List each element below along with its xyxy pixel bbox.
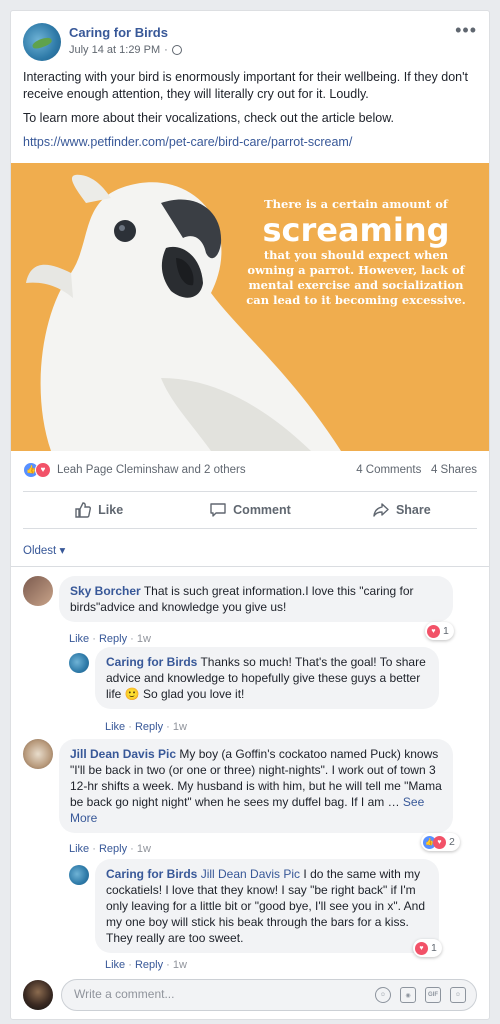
reply-reactions[interactable]: ♥ 1	[413, 939, 442, 957]
reply-text-end: So glad you love it!	[142, 687, 245, 701]
comment-like-link[interactable]: Like	[69, 843, 89, 855]
commenter-avatar[interactable]	[23, 576, 53, 606]
reaction-count: 1	[443, 625, 449, 637]
share-icon	[373, 503, 389, 517]
reply-actions: Like · Reply · 1w	[105, 959, 187, 971]
page-name-link[interactable]: Caring for Birds	[69, 25, 168, 40]
comment-reply-link[interactable]: Reply	[99, 843, 127, 855]
comments-count[interactable]: 4 Comments	[356, 464, 421, 476]
love-reaction-icon: ♥	[433, 835, 446, 849]
post-paragraph: To learn more about their vocalizations,…	[23, 111, 395, 125]
caption-body: that you should expect when owning a par…	[246, 248, 466, 307]
post-meta: July 14 at 1:29 PM ·	[69, 44, 182, 56]
commenter-avatar[interactable]	[23, 739, 53, 769]
reply-time[interactable]: 1w	[173, 959, 187, 971]
page-reply-avatar[interactable]	[69, 653, 89, 673]
reply-mention[interactable]: Jill Dean Davis Pic	[201, 867, 300, 881]
comment-like-link[interactable]: Like	[69, 633, 89, 645]
love-reaction-icon: ♥	[415, 941, 428, 955]
composer-tools: ☺ ◉ GIF ☺	[375, 987, 466, 1003]
comment-actions: Like · Reply · 1w	[69, 633, 151, 645]
sort-label: Oldest	[23, 545, 57, 557]
comment-label: Comment	[233, 503, 291, 517]
share-button[interactable]: Share	[326, 492, 477, 528]
caption-line1: There is a certain amount of	[264, 197, 448, 211]
smile-emoji-icon: 🙂	[124, 687, 140, 701]
comment-reactions[interactable]: ♥ 1	[425, 622, 454, 640]
comment-bubble: Sky Borcher That is such great informati…	[59, 576, 453, 622]
image-caption: There is a certain amount of screaming t…	[241, 197, 471, 308]
post-card: Caring for Birds July 14 at 1:29 PM · ••…	[10, 10, 490, 1020]
comment: Sky Borcher That is such great informati…	[23, 576, 479, 656]
post-timestamp[interactable]: July 14 at 1:29 PM	[69, 44, 160, 56]
shares-count[interactable]: 4 Shares	[431, 464, 477, 476]
comment-reactions[interactable]: 👍 ♥ 2	[421, 833, 460, 851]
like-button[interactable]: Like	[23, 492, 174, 528]
comment-time[interactable]: 1w	[137, 633, 151, 645]
share-label: Share	[395, 503, 431, 517]
gif-icon[interactable]: GIF	[425, 987, 441, 1003]
reply-reply-link[interactable]: Reply	[135, 959, 163, 971]
reply-author[interactable]: Caring for Birds	[106, 655, 197, 669]
comment-actions: Like · Reply · 1w	[69, 843, 151, 855]
reply-like-link[interactable]: Like	[105, 959, 125, 971]
comment-author[interactable]: Jill Dean Davis Pic	[70, 747, 176, 761]
reactors-text[interactable]: Leah Page Cleminshaw and 2 others	[57, 464, 246, 476]
caption-headline: screaming	[262, 211, 450, 249]
current-user-avatar[interactable]	[23, 980, 53, 1010]
divider	[11, 566, 489, 567]
comment-reply: Caring for Birds Jill Dean Davis Pic I d…	[69, 859, 479, 971]
reply-time[interactable]: 1w	[173, 721, 187, 733]
reaction-count: 2	[449, 836, 455, 848]
like-icon	[75, 502, 92, 518]
camera-icon[interactable]: ◉	[400, 987, 416, 1003]
post-paragraph: Interacting with your bird is enormously…	[23, 70, 468, 101]
emoji-icon[interactable]: ☺	[375, 987, 391, 1003]
comment-author[interactable]: Sky Borcher	[70, 584, 141, 598]
reply-like-link[interactable]: Like	[105, 721, 125, 733]
article-link[interactable]: https://www.petfinder.com/pet-care/bird-…	[23, 135, 352, 149]
sticker-icon[interactable]: ☺	[450, 987, 466, 1003]
like-label: Like	[98, 503, 124, 517]
engagement-counts: 4 Comments 4 Shares	[356, 464, 477, 476]
page-reply-avatar[interactable]	[69, 865, 89, 885]
love-reaction-icon: ♥	[427, 624, 440, 638]
reaction-count: 1	[431, 942, 437, 954]
action-bar: Like Comment Share	[23, 491, 477, 529]
comment-sort-dropdown[interactable]: Oldest ▾	[23, 543, 65, 557]
comment-input[interactable]	[74, 987, 344, 1001]
reply-actions: Like · Reply · 1w	[105, 721, 187, 733]
reply-reply-link[interactable]: Reply	[135, 721, 163, 733]
reaction-icons[interactable]: 👍 ♥	[23, 462, 55, 478]
comment-reply: Caring for Birds Thanks so much! That's …	[69, 647, 479, 733]
comment-input-box[interactable]: ☺ ◉ GIF ☺	[61, 979, 477, 1011]
post-image[interactable]: There is a certain amount of screaming t…	[11, 163, 489, 451]
comment-composer: ☺ ◉ GIF ☺	[23, 979, 477, 1011]
meta-separator: ·	[164, 44, 168, 56]
globe-icon	[171, 45, 182, 55]
comment-icon	[210, 503, 226, 517]
comment-bubble: Jill Dean Davis Pic My boy (a Goffin's c…	[59, 739, 453, 833]
comment-button[interactable]: Comment	[174, 492, 325, 528]
comment-reply-link[interactable]: Reply	[99, 633, 127, 645]
love-reaction-icon: ♥	[35, 462, 51, 478]
post-text: Interacting with your bird is enormously…	[23, 69, 477, 158]
reply-bubble: Caring for Birds Jill Dean Davis Pic I d…	[95, 859, 439, 953]
reactions-bar: 👍 ♥ Leah Page Cleminshaw and 2 others 4 …	[23, 459, 477, 481]
more-icon[interactable]: •••	[455, 21, 477, 39]
comment: Jill Dean Davis Pic My boy (a Goffin's c…	[23, 739, 479, 855]
comment-time[interactable]: 1w	[137, 843, 151, 855]
post-header: Caring for Birds July 14 at 1:29 PM · ••…	[23, 21, 477, 63]
chevron-down-icon: ▾	[59, 545, 66, 557]
reply-author[interactable]: Caring for Birds	[106, 867, 197, 881]
reply-bubble: Caring for Birds Thanks so much! That's …	[95, 647, 439, 709]
page-avatar[interactable]	[23, 23, 61, 61]
